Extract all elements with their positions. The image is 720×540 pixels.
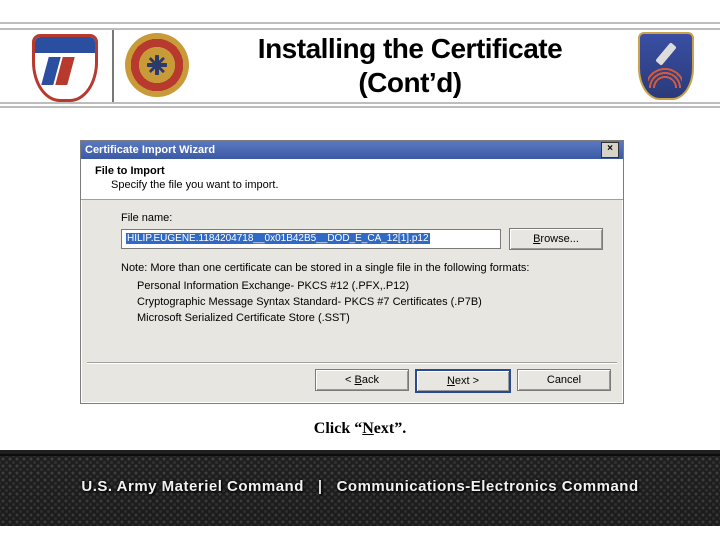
format-pfx: Personal Information Exchange- PKCS #12 … (137, 280, 603, 292)
wizard-title: Certificate Import Wizard (85, 144, 215, 156)
rule (0, 106, 720, 108)
close-icon[interactable]: × (601, 142, 619, 158)
footer-left: U.S. Army Materiel Command (81, 478, 304, 495)
wizard-separator (87, 362, 617, 363)
slide-title: Installing the Certificate (Cont’d) (210, 32, 610, 100)
rule (0, 28, 720, 30)
cert-import-wizard: Certificate Import Wizard × File to Impo… (80, 140, 624, 404)
footer-text: U.S. Army Materiel Command | Communicati… (0, 478, 720, 495)
wizard-body: File name: HILIP.EUGENE.1184204718__0x01… (81, 200, 623, 334)
file-name-input[interactable]: HILIP.EUGENE.1184204718__0x01B42B5__DOD_… (121, 229, 501, 249)
amc-logo (30, 30, 100, 100)
footer-sep: | (318, 478, 323, 495)
rule (0, 22, 720, 24)
slide: Installing the Certificate (Cont’d) Cert… (0, 0, 720, 540)
file-row: HILIP.EUGENE.1184204718__0x01B42B5__DOD_… (121, 228, 603, 250)
wizard-heading: File to Import (95, 165, 611, 177)
cancel-button[interactable]: Cancel (517, 369, 611, 391)
header-separator (112, 30, 114, 102)
footer-rule (0, 450, 720, 454)
browse-button[interactable]: Browse... (509, 228, 603, 250)
wizard-footer: < Back Next > Cancel (315, 369, 611, 393)
wizard-header: File to Import Specify the file you want… (81, 159, 623, 200)
file-name-label: File name: (121, 212, 603, 224)
footer-right: Communications-Electronics Command (337, 478, 639, 495)
instruction-caption: Click “Next”. (0, 420, 720, 438)
file-name-value: HILIP.EUGENE.1184204718__0x01B42B5__DOD_… (126, 233, 430, 244)
back-button[interactable]: < Back (315, 369, 409, 391)
next-button[interactable]: Next > (415, 369, 511, 393)
ordnance-logo (122, 30, 192, 100)
wizard-subheading: Specify the file you want to import. (111, 179, 611, 191)
format-p7b: Cryptographic Message Syntax Standard- P… (137, 296, 603, 308)
title-line-1: Installing the Certificate (258, 33, 562, 64)
wizard-titlebar: Certificate Import Wizard × (81, 141, 623, 159)
format-sst: Microsoft Serialized Certificate Store (… (137, 312, 603, 324)
title-line-2: (Cont’d) (358, 67, 461, 98)
rule (0, 102, 720, 104)
cecom-logo (636, 30, 696, 100)
formats-note: Note: More than one certificate can be s… (121, 262, 603, 274)
